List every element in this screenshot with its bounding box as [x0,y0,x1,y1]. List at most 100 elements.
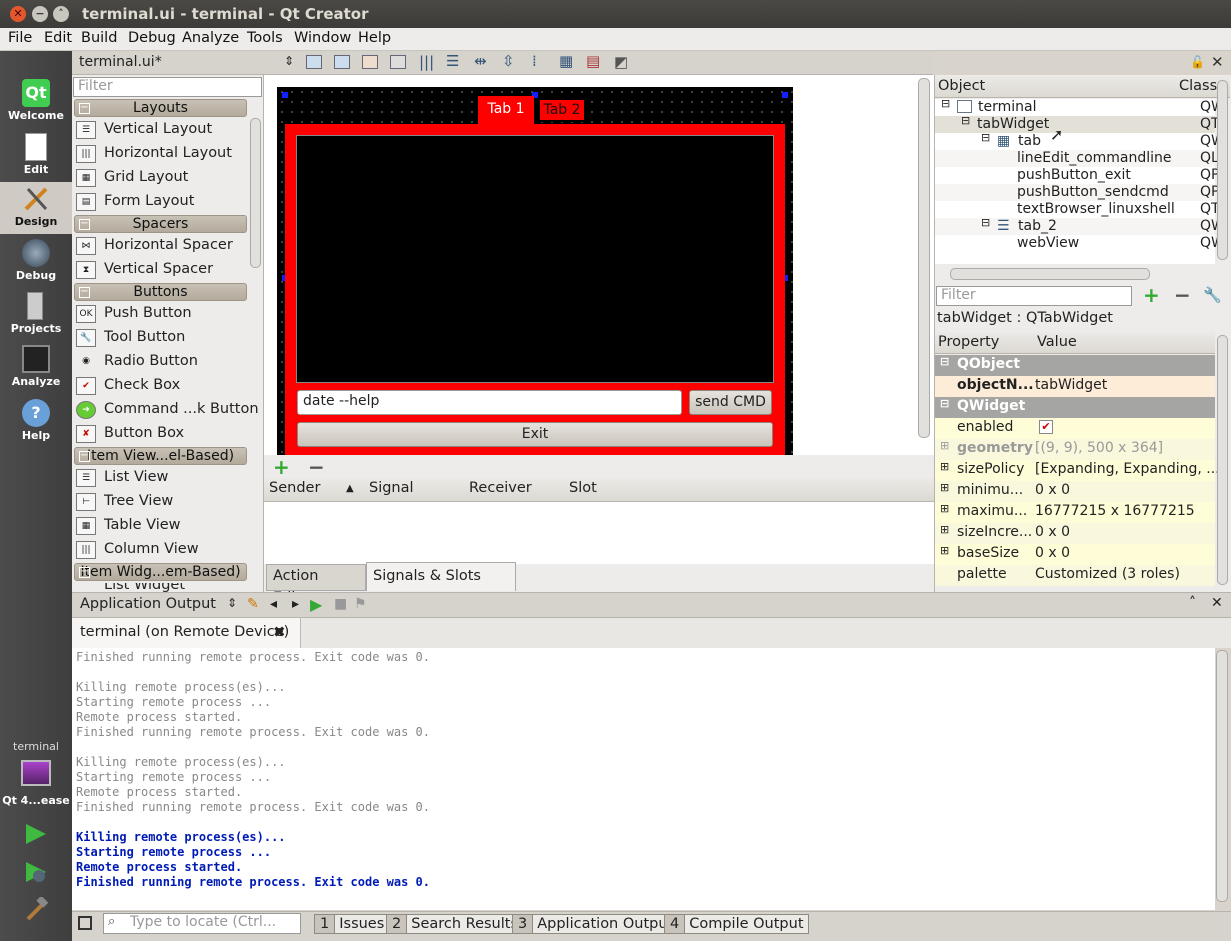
widget-filter-input[interactable]: Filter [73,77,262,97]
locator-input[interactable]: Type to locate (Ctrl... [103,913,301,934]
signals-table-body[interactable] [264,502,934,564]
object-row[interactable]: pushButton_exit QP [935,167,1219,184]
object-tree-vscrollbar[interactable] [1217,80,1228,260]
remove-connection-icon[interactable]: − [308,455,325,479]
status-tab-application-output[interactable]: 3 Application Output [512,914,679,934]
close-pane-icon[interactable]: ✕ [1211,595,1223,611]
section-qobject[interactable]: ⊟ QObject [935,355,1215,376]
next-icon[interactable]: ▸ [292,596,299,612]
layout-vertical-icon[interactable]: ☰ [446,52,459,70]
stop-icon[interactable]: ■ [334,596,347,612]
expand-icon[interactable]: ⊞ [940,523,949,536]
property-row[interactable]: objectN... tabWidget [935,376,1215,397]
maximize-window-button[interactable]: ˄ [53,6,69,22]
expand-icon[interactable]: ⊞ [940,481,949,494]
maximize-pane-icon[interactable]: ˄ [1189,595,1196,611]
column-signal[interactable]: Signal [369,480,414,496]
object-row[interactable]: lineEdit_commandline QL [935,150,1219,167]
widget-list-widget-clipped[interactable]: List Widget [72,583,264,592]
menu-debug[interactable]: Debug [128,30,176,46]
monitor-icon[interactable] [21,760,51,786]
selection-handle[interactable] [282,92,288,98]
category-item-widgets[interactable]: − Item Widg...em-Based) [74,563,247,581]
close-window-button[interactable]: ✕ [10,6,26,22]
form-vertical-scrollbar[interactable] [918,78,930,438]
property-row[interactable]: ⊞ geometry [(9, 9), 500 x 364] [935,439,1215,460]
category-layouts[interactable]: − Layouts [74,99,247,117]
column-object[interactable]: Object [938,78,985,94]
add-property-icon[interactable]: + [1143,283,1160,307]
unlock-icon[interactable]: 🔓 [1190,55,1205,69]
object-row[interactable]: pushButton_sendcmd QP [935,184,1219,201]
close-tab-icon[interactable]: ✖ [273,623,286,641]
tab-2[interactable]: Tab 2 [538,98,586,122]
expand-icon[interactable]: ⊞ [940,502,949,515]
expand-icon[interactable]: ⊞ [940,544,949,557]
column-property[interactable]: Property [938,334,999,350]
exit-button[interactable]: Exit [297,422,773,447]
build-hammer-icon[interactable] [24,895,49,925]
property-vscrollbar[interactable] [1217,335,1228,585]
splitter-horizontal-icon[interactable]: ⇹ [474,52,487,70]
column-class[interactable]: Class [1179,78,1217,94]
tab-action-editor[interactable]: Action Editor [266,564,366,606]
property-row[interactable]: ⊞ minimu... 0 x 0 [935,481,1215,502]
widget-box-scrollbar[interactable] [250,118,261,268]
line-edit-commandline[interactable]: date --help [297,390,682,415]
toggle-sidebar-icon[interactable] [78,916,92,930]
mode-analyze[interactable]: Analyze [0,342,72,394]
tab-signals-slots-editor[interactable]: Signals & Slots Editor [366,562,516,610]
remove-property-icon[interactable]: − [1174,283,1191,307]
debug-run-icon[interactable] [24,860,48,888]
object-row[interactable]: ⊟ terminal QW [935,97,1225,116]
edit-widgets-icon[interactable] [306,55,322,69]
configure-wrench-icon[interactable]: 🔧 [1203,286,1222,304]
column-value[interactable]: Value [1037,334,1077,350]
category-buttons[interactable]: − Buttons [74,283,247,301]
layout-grid-icon[interactable]: ▦ [559,52,573,70]
output-tab-terminal[interactable]: terminal (on Remote Device) ✖ [72,618,301,648]
status-tab-compile-output[interactable]: 4 Compile Output [664,914,809,934]
output-pane-selector[interactable]: Application Output [80,596,216,612]
adjust-size-icon[interactable]: ◩ [614,53,628,71]
break-layout-icon[interactable]: ▤ [586,52,600,70]
property-row[interactable]: ⊞ sizePolicy [Expanding, Expanding, ... [935,460,1220,481]
close-editor-icon[interactable]: ✕ [1211,53,1224,71]
object-row[interactable]: ⊟ tabWidget QT [935,114,1220,133]
layout-horizontal-icon[interactable]: ||| [419,53,434,71]
object-tree-hscrollbar[interactable] [950,268,1150,280]
edit-tab-order-icon[interactable] [390,55,406,69]
property-row[interactable]: ⊞ sizeIncre... 0 x 0 [935,523,1215,544]
mode-edit[interactable]: Edit [0,130,72,182]
column-receiver[interactable]: Receiver [469,480,532,496]
attach-icon[interactable]: ⚑ [354,596,367,612]
layout-form-icon[interactable]: ⁞ [532,52,537,70]
object-row[interactable]: ⊟ ☰ tab_2 QW [935,216,1225,235]
send-cmd-button[interactable]: send CMD [689,390,772,415]
mode-welcome[interactable]: Qt Welcome [0,76,72,128]
minimize-window-button[interactable]: − [32,6,48,22]
enabled-checkbox[interactable]: ✔ [1039,420,1053,434]
splitter-vertical-icon[interactable]: ⇳ [502,52,515,70]
property-row[interactable]: palette Customized (3 roles) [935,565,1215,586]
category-spacers[interactable]: − Spacers [74,215,247,233]
tab-1[interactable]: Tab 1 [478,96,534,124]
editor-file-selector[interactable]: terminal.ui* ⇕ [72,51,291,75]
text-browser-linuxshell[interactable] [296,135,774,383]
property-row[interactable]: enabled ✔ [935,418,1215,439]
object-row[interactable]: textBrowser_linuxshell QT [935,201,1220,218]
column-sender[interactable]: Sender [269,480,320,496]
menu-file[interactable]: File [8,30,32,46]
clear-output-icon[interactable]: ✎ [247,596,259,612]
section-qwidget[interactable]: ⊟ QWidget [935,397,1215,418]
edit-signals-icon[interactable] [334,55,350,69]
add-connection-icon[interactable]: + [273,455,290,479]
object-row[interactable]: webView QW [935,235,1225,252]
output-vscrollbar[interactable] [1216,650,1228,902]
status-tab-search-results[interactable]: 2 Search Results [386,914,524,934]
previous-icon[interactable]: ◂ [270,596,277,612]
rerun-icon[interactable]: ▶ [310,595,322,614]
category-item-views[interactable]: − Item View...el-Based) [74,447,247,465]
edit-buddies-icon[interactable] [362,55,378,69]
column-slot[interactable]: Slot [569,480,597,496]
